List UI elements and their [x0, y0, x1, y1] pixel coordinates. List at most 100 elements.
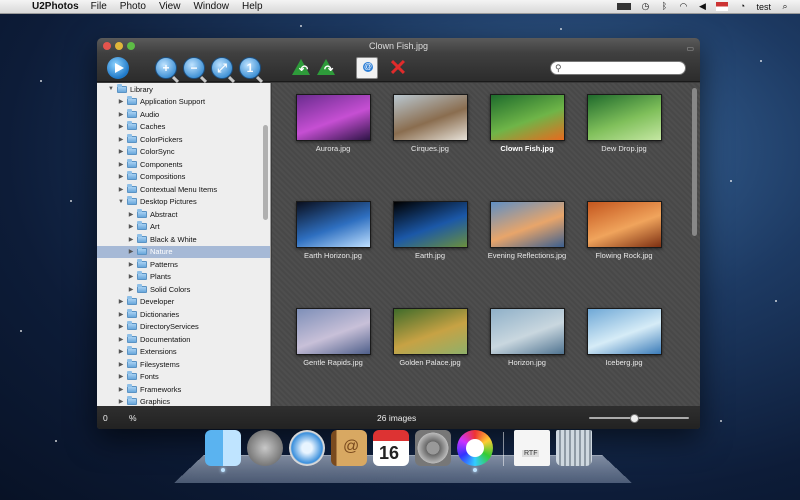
image-thumbnail-cell[interactable]: Evening Reflections.jpg — [482, 201, 572, 260]
disclosure-collapsed-icon[interactable]: ▶ — [117, 323, 125, 330]
disclosure-collapsed-icon[interactable]: ▶ — [117, 98, 125, 105]
wifi-icon[interactable]: ◠ — [678, 2, 688, 11]
disclosure-collapsed-icon[interactable]: ▶ — [117, 173, 125, 180]
image-thumbnail[interactable] — [586, 201, 662, 248]
disclosure-collapsed-icon[interactable]: ▶ — [117, 373, 125, 380]
zoom-to-fit-button[interactable]: ⤢ — [211, 57, 233, 79]
sidebar-item[interactable]: ▼ Desktop Pictures — [97, 196, 270, 209]
menu-photo[interactable]: Photo — [120, 1, 146, 12]
disclosure-collapsed-icon[interactable]: ▶ — [117, 161, 125, 168]
image-thumbnail[interactable] — [295, 308, 371, 355]
menu-view[interactable]: View — [159, 1, 181, 12]
disclosure-collapsed-icon[interactable]: ▶ — [117, 336, 125, 343]
disclosure-collapsed-icon[interactable]: ▶ — [117, 123, 125, 130]
disclosure-collapsed-icon[interactable]: ▶ — [117, 148, 125, 155]
image-thumbnail-cell[interactable]: Golden Palace.jpg — [385, 308, 475, 367]
system-preferences-icon[interactable] — [415, 430, 451, 466]
disclosure-collapsed-icon[interactable]: ▶ — [117, 311, 125, 318]
rotate-left-button[interactable]: ↶ — [290, 57, 312, 79]
search-input[interactable] — [566, 63, 676, 73]
disclosure-expanded-icon[interactable]: ▼ — [117, 199, 125, 205]
trash-icon[interactable] — [556, 430, 592, 466]
time-machine-icon[interactable]: ◷ — [640, 2, 650, 11]
disclosure-collapsed-icon[interactable]: ▶ — [117, 111, 125, 118]
actual-size-button[interactable]: 1 — [239, 57, 261, 79]
user-name[interactable]: test — [756, 2, 771, 12]
grid-scrollbar[interactable] — [692, 88, 697, 236]
menu-window[interactable]: Window — [193, 1, 229, 12]
sidebar-item[interactable]: ▶ Graphics — [97, 396, 270, 406]
disclosure-collapsed-icon[interactable]: ▶ — [117, 398, 125, 405]
sidebar-item[interactable]: ▶ Caches — [97, 121, 270, 134]
launchpad-icon[interactable] — [247, 430, 283, 466]
sidebar-item[interactable]: ▶ DirectoryServices — [97, 321, 270, 334]
disclosure-collapsed-icon[interactable]: ▶ — [127, 223, 135, 230]
disclosure-collapsed-icon[interactable]: ▶ — [127, 261, 135, 268]
sidebar-scrollbar[interactable] — [263, 125, 268, 220]
disclosure-collapsed-icon[interactable]: ▶ — [117, 348, 125, 355]
disclosure-collapsed-icon[interactable]: ▶ — [127, 236, 135, 243]
image-thumbnail-cell[interactable]: Dew Drop.jpg — [579, 94, 669, 153]
sidebar-item[interactable]: ▶ Contextual Menu Items — [97, 183, 270, 196]
image-thumbnail[interactable] — [392, 201, 468, 248]
sidebar-item[interactable]: ▶ Art — [97, 221, 270, 234]
minimize-window-button[interactable] — [115, 42, 123, 50]
zoom-in-button[interactable]: + — [155, 57, 177, 79]
address-book-icon[interactable]: @ — [331, 430, 367, 466]
app-menu[interactable]: U2Photos — [32, 1, 79, 12]
image-thumbnail-cell[interactable]: Earth Horizon.jpg — [288, 201, 378, 260]
sidebar-item[interactable]: ▶ Application Support — [97, 96, 270, 109]
rtf-document-icon[interactable]: RTF — [514, 430, 550, 466]
sidebar-item[interactable]: ▶ Fonts — [97, 371, 270, 384]
search-field[interactable]: ⚲ — [550, 61, 686, 75]
close-window-button[interactable] — [103, 42, 111, 50]
image-thumbnail[interactable] — [489, 201, 565, 248]
rotate-right-button[interactable]: ↷ — [315, 57, 337, 79]
title-bar[interactable]: Clown Fish.jpg ▭ — [97, 38, 700, 54]
image-thumbnail[interactable] — [489, 94, 565, 141]
image-thumbnail-cell[interactable]: Gentle Rapids.jpg — [288, 308, 378, 367]
battery-icon[interactable] — [617, 3, 632, 10]
image-thumbnail[interactable] — [586, 94, 662, 141]
safari-icon[interactable] — [289, 430, 325, 466]
sidebar-item[interactable]: ▼ Library — [97, 83, 270, 96]
disclosure-collapsed-icon[interactable]: ▶ — [117, 361, 125, 368]
disclosure-collapsed-icon[interactable]: ▶ — [117, 298, 125, 305]
sidebar-item[interactable]: ▶ Black & White — [97, 233, 270, 246]
sidebar-item[interactable]: ▶ Extensions — [97, 346, 270, 359]
image-thumbnail[interactable] — [489, 308, 565, 355]
zoom-window-button[interactable] — [127, 42, 135, 50]
disclosure-collapsed-icon[interactable]: ▶ — [127, 286, 135, 293]
image-thumbnail-cell[interactable]: Aurora.jpg — [288, 94, 378, 153]
delete-button[interactable]: ✕ — [387, 57, 409, 79]
sidebar-item[interactable]: ▶ ColorSync — [97, 146, 270, 159]
spotlight-icon[interactable]: ⌕ — [780, 2, 790, 11]
finder-icon[interactable] — [205, 430, 241, 472]
image-thumbnail-cell[interactable]: Cirques.jpg — [385, 94, 475, 153]
sidebar-item[interactable]: ▶ Dictionaries — [97, 308, 270, 321]
image-thumbnail-cell[interactable]: Earth.jpg — [385, 201, 475, 260]
image-thumbnail[interactable] — [392, 94, 468, 141]
flag-icon[interactable] — [716, 2, 729, 11]
disclosure-collapsed-icon[interactable]: ▶ — [117, 186, 125, 193]
sidebar-item[interactable]: ▶ Audio — [97, 108, 270, 121]
disclosure-collapsed-icon[interactable]: ▶ — [127, 211, 135, 218]
menu-help[interactable]: Help — [242, 1, 263, 12]
disclosure-expanded-icon[interactable]: ▼ — [107, 86, 115, 92]
sidebar-item[interactable]: ▶ Developer — [97, 296, 270, 309]
email-button[interactable]: @ — [356, 57, 378, 79]
image-thumbnail-cell[interactable]: Iceberg.jpg — [579, 308, 669, 367]
sidebar-item[interactable]: ▶ Abstract — [97, 208, 270, 221]
disclosure-collapsed-icon[interactable]: ▶ — [127, 273, 135, 280]
image-thumbnail[interactable] — [295, 201, 371, 248]
clock-icon[interactable]: ◔ — [737, 2, 747, 11]
sidebar-item[interactable]: ▶ Solid Colors — [97, 283, 270, 296]
sidebar-item[interactable]: ▶ Frameworks — [97, 383, 270, 396]
volume-icon[interactable]: ◀ — [697, 2, 707, 11]
sidebar-item[interactable]: ▶ Compositions — [97, 171, 270, 184]
bluetooth-icon[interactable]: ᛒ — [659, 2, 669, 11]
sidebar-item[interactable]: ▶ Components — [97, 158, 270, 171]
sidebar-item[interactable]: ▶ Filesystems — [97, 358, 270, 371]
slider-knob[interactable] — [630, 414, 639, 423]
thumbnail-size-slider[interactable] — [589, 414, 689, 423]
